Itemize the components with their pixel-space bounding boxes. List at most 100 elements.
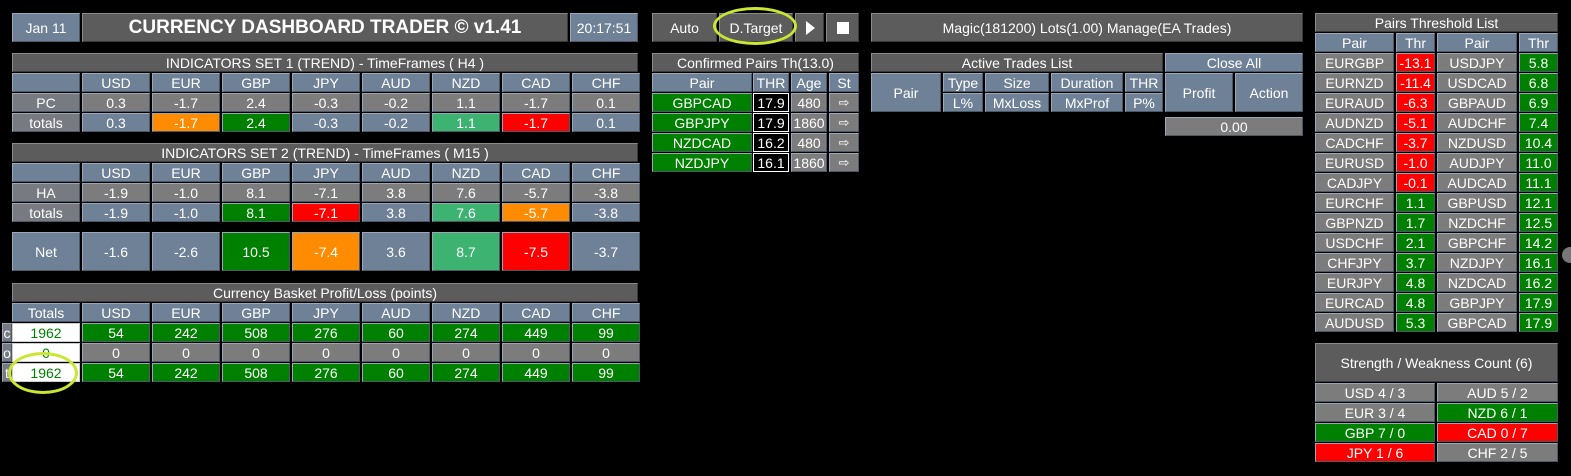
set2-ha-value: 7.6 bbox=[432, 183, 500, 202]
threshold-pair[interactable]: GBPNZD bbox=[1315, 213, 1394, 232]
set1-totals-value: 0.1 bbox=[572, 113, 640, 132]
threshold-value: 12.1 bbox=[1519, 193, 1558, 212]
confirmed-pair[interactable]: GBPJPY bbox=[652, 113, 752, 132]
threshold-pair[interactable]: USDCAD bbox=[1437, 73, 1517, 92]
threshold-pair[interactable]: GBPUSD bbox=[1437, 193, 1517, 212]
set2-ha-value: -1.9 bbox=[82, 183, 150, 202]
threshold-pair[interactable]: NZDCHF bbox=[1437, 213, 1517, 232]
threshold-pair[interactable]: USDCHF bbox=[1315, 233, 1394, 252]
confirmed-pairs-title: Confirmed Pairs Th(13.0) bbox=[652, 53, 859, 72]
net-value-usd: -1.6 bbox=[82, 232, 150, 271]
threshold-value: 11.0 bbox=[1519, 153, 1558, 172]
set2-header-cad: CAD bbox=[502, 163, 570, 182]
basket-totals-header: Totals bbox=[12, 303, 80, 322]
threshold-value: -5.1 bbox=[1396, 113, 1435, 132]
threshold-pair[interactable]: GBPCHF bbox=[1437, 233, 1517, 252]
threshold-pair[interactable]: AUDNZD bbox=[1315, 113, 1394, 132]
close-all-button[interactable]: Close All bbox=[1165, 53, 1303, 72]
net-value-nzd: 8.7 bbox=[432, 232, 500, 271]
basket-row-total: 1962 bbox=[12, 323, 80, 342]
basket-row-value: 276 bbox=[292, 363, 360, 382]
net-value-gbp: 10.5 bbox=[222, 232, 290, 271]
basket-row-value: 449 bbox=[502, 363, 570, 382]
auto-button[interactable]: Auto bbox=[652, 13, 717, 42]
threshold-pair[interactable]: GBPCAD bbox=[1437, 313, 1517, 332]
confirmed-age: 480 bbox=[791, 93, 827, 112]
set2-totals-value: 3.8 bbox=[362, 203, 430, 222]
set2-ha-value: -5.7 bbox=[502, 183, 570, 202]
confirmed-pair[interactable]: NZDJPY bbox=[652, 153, 752, 172]
threshold-pair[interactable]: EURUSD bbox=[1315, 153, 1394, 172]
basket-header-jpy: JPY bbox=[292, 303, 360, 322]
threshold-pair[interactable]: NZDJPY bbox=[1437, 253, 1517, 272]
threshold-pair[interactable]: CADJPY bbox=[1315, 173, 1394, 192]
set1-header-chf: CHF bbox=[572, 73, 640, 92]
net-value-cad: -7.5 bbox=[502, 232, 570, 271]
clock-label: 20:17:51 bbox=[570, 13, 638, 42]
threshold-pair[interactable]: USDJPY bbox=[1437, 53, 1517, 72]
threshold-pair[interactable]: CHFJPY bbox=[1315, 253, 1394, 272]
threshold-pair[interactable]: AUDCHF bbox=[1437, 113, 1517, 132]
threshold-pair[interactable]: NZDUSD bbox=[1437, 133, 1517, 152]
threshold-value: 3.7 bbox=[1396, 253, 1435, 272]
set1-title: INDICATORS SET 1 (TREND) - TimeFrames ( … bbox=[12, 53, 638, 72]
net-value-aud: 3.6 bbox=[362, 232, 430, 271]
confirmed-status-button[interactable]: ⇨ bbox=[829, 93, 859, 112]
set2-header-jpy: JPY bbox=[292, 163, 360, 182]
threshold-value: 2.1 bbox=[1396, 233, 1435, 252]
basket-row-value: 449 bbox=[502, 323, 570, 342]
basket-row-value: 276 bbox=[292, 323, 360, 342]
confirmed-thr: 16.1 bbox=[753, 153, 789, 172]
confirmed-status-button[interactable]: ⇨ bbox=[829, 113, 859, 132]
threshold-pair[interactable]: AUDUSD bbox=[1315, 313, 1394, 332]
trades-header-size: Size bbox=[985, 73, 1049, 92]
net-label: Net bbox=[12, 232, 80, 271]
set2-header-usd: USD bbox=[82, 163, 150, 182]
threshold-pair[interactable]: EURNZD bbox=[1315, 73, 1394, 92]
set2-totals-value: -1.9 bbox=[82, 203, 150, 222]
threshold-pair[interactable]: NZDCAD bbox=[1437, 273, 1517, 292]
basket-row-value: 0 bbox=[572, 343, 640, 362]
trades-header-lossp: L% bbox=[943, 93, 983, 112]
daily-target-button[interactable]: D.Target bbox=[719, 13, 793, 42]
confirmed-pair[interactable]: NZDCAD bbox=[652, 133, 752, 152]
set1-totals-value: -0.3 bbox=[292, 113, 360, 132]
stop-button[interactable] bbox=[826, 13, 859, 42]
threshold-pair[interactable]: EURAUD bbox=[1315, 93, 1394, 112]
set1-pc-value: -1.7 bbox=[152, 93, 220, 112]
play-button[interactable] bbox=[795, 13, 824, 42]
threshold-pair[interactable]: CADCHF bbox=[1315, 133, 1394, 152]
set2-row-label-totals: totals bbox=[12, 203, 80, 222]
confirmed-age: 480 bbox=[791, 133, 827, 152]
threshold-value: 4.8 bbox=[1396, 273, 1435, 292]
confirmed-header-st: St bbox=[829, 73, 859, 92]
basket-row-value: 242 bbox=[152, 363, 220, 382]
confirmed-status-button[interactable]: ⇨ bbox=[829, 153, 859, 172]
threshold-pair[interactable]: GBPJPY bbox=[1437, 293, 1517, 312]
threshold-pair[interactable]: AUDJPY bbox=[1437, 153, 1517, 172]
threshold-pair[interactable]: EURCHF bbox=[1315, 193, 1394, 212]
confirmed-pair[interactable]: GBPCAD bbox=[652, 93, 752, 112]
basket-row-value: 508 bbox=[222, 323, 290, 342]
threshold-pair[interactable]: EURCAD bbox=[1315, 293, 1394, 312]
set1-row-label-pc: PC bbox=[12, 93, 80, 112]
set2-header-aud: AUD bbox=[362, 163, 430, 182]
threshold-value: 14.2 bbox=[1519, 233, 1558, 252]
confirmed-age: 1860 bbox=[791, 113, 827, 132]
set1-totals-value: -1.7 bbox=[152, 113, 220, 132]
confirmed-status-button[interactable]: ⇨ bbox=[829, 133, 859, 152]
set1-totals-value: -1.7 bbox=[502, 113, 570, 132]
threshold-pair[interactable]: EURJPY bbox=[1315, 273, 1394, 292]
set1-corner bbox=[12, 73, 80, 92]
threshold-value: 11.1 bbox=[1519, 173, 1558, 192]
net-value-chf: -3.7 bbox=[572, 232, 640, 271]
active-trades-title: Active Trades List bbox=[871, 53, 1163, 72]
threshold-pair[interactable]: EURGBP bbox=[1315, 53, 1394, 72]
trades-header-mxprof: MxProf bbox=[1051, 93, 1123, 112]
threshold-pair[interactable]: GBPAUD bbox=[1437, 93, 1517, 112]
panel-scroll-handle[interactable] bbox=[1562, 247, 1571, 263]
basket-row-value: 60 bbox=[362, 323, 430, 342]
net-value-jpy: -7.4 bbox=[292, 232, 360, 271]
threshold-pair[interactable]: AUDCAD bbox=[1437, 173, 1517, 192]
strength-item: CHF 2 / 5 bbox=[1437, 443, 1558, 462]
